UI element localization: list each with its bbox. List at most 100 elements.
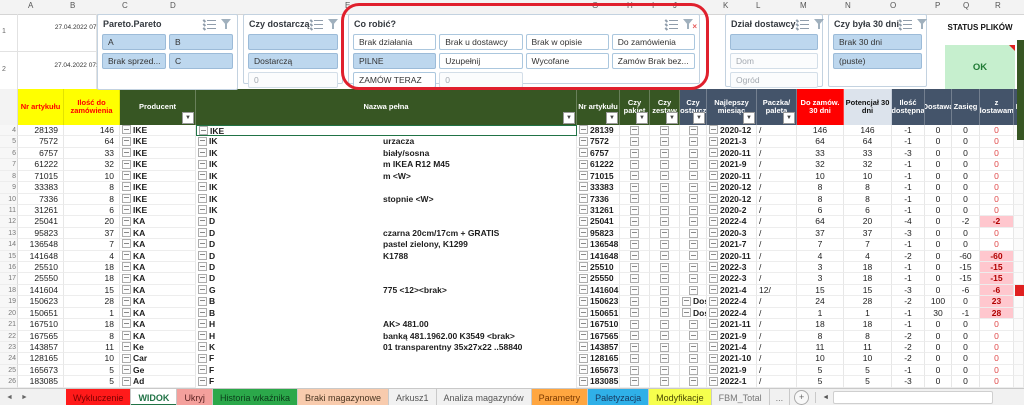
outline-collapse-icon[interactable] — [122, 171, 131, 180]
outline-collapse-icon[interactable] — [122, 297, 131, 306]
filter-dropdown-icon[interactable]: ▼ — [606, 112, 618, 124]
outline-collapse-icon[interactable] — [689, 263, 698, 272]
outline-collapse-icon[interactable] — [709, 285, 718, 294]
outline-collapse-icon[interactable] — [579, 228, 588, 237]
outline-collapse-icon[interactable] — [709, 182, 718, 191]
outline-collapse-icon[interactable] — [198, 228, 207, 237]
outline-collapse-icon[interactable] — [660, 229, 669, 238]
outline-collapse-icon[interactable] — [630, 171, 639, 180]
outline-collapse-icon[interactable] — [630, 217, 639, 226]
outline-collapse-icon[interactable] — [122, 194, 131, 203]
outline-collapse-icon[interactable] — [630, 297, 639, 306]
outline-collapse-icon[interactable] — [122, 148, 131, 157]
outline-collapse-icon[interactable] — [579, 274, 588, 283]
outline-collapse-icon[interactable] — [630, 137, 639, 146]
add-sheet-button[interactable]: + — [794, 390, 809, 405]
clear-filter-icon[interactable] — [220, 19, 233, 30]
outline-collapse-icon[interactable] — [579, 331, 588, 340]
outline-collapse-icon[interactable] — [630, 229, 639, 238]
outline-collapse-icon[interactable] — [709, 239, 718, 248]
clear-filter-icon[interactable] — [327, 19, 340, 30]
outline-collapse-icon[interactable] — [579, 342, 588, 351]
outline-collapse-icon[interactable] — [709, 228, 718, 237]
outline-collapse-icon[interactable] — [579, 308, 588, 317]
filter-dropdown-icon[interactable]: ▼ — [563, 112, 575, 124]
outline-collapse-icon[interactable] — [689, 183, 698, 192]
outline-collapse-icon[interactable] — [682, 297, 691, 306]
outline-collapse-icon[interactable] — [198, 239, 207, 248]
outline-collapse-icon[interactable] — [579, 217, 588, 226]
outline-collapse-icon[interactable] — [709, 365, 718, 374]
sheet-tab-ukryj[interactable]: Ukryj — [177, 389, 213, 405]
sheet-tab-widok[interactable]: WIDOK — [131, 389, 177, 405]
outline-collapse-icon[interactable] — [689, 366, 698, 375]
outline-collapse-icon[interactable] — [709, 125, 718, 134]
outline-collapse-icon[interactable] — [198, 319, 207, 328]
outline-collapse-icon[interactable] — [122, 239, 131, 248]
outline-collapse-icon[interactable] — [122, 308, 131, 317]
outline-collapse-icon[interactable] — [630, 343, 639, 352]
outline-collapse-icon[interactable] — [198, 331, 207, 340]
multiselect-icon[interactable] — [310, 19, 323, 30]
outline-collapse-icon[interactable] — [579, 262, 588, 271]
outline-collapse-icon[interactable] — [122, 137, 131, 146]
outline-collapse-icon[interactable] — [689, 149, 698, 158]
sheet-tab-wykluczenie[interactable]: Wykluczenie — [66, 389, 131, 405]
slicer-button[interactable]: Wycofane — [526, 53, 609, 69]
outline-collapse-icon[interactable] — [689, 126, 698, 135]
outline-collapse-icon[interactable] — [198, 182, 207, 191]
outline-collapse-icon[interactable] — [198, 251, 207, 260]
multiselect-icon[interactable] — [203, 19, 216, 30]
outline-collapse-icon[interactable] — [660, 343, 669, 352]
filter-dropdown-icon[interactable]: ▼ — [666, 112, 678, 124]
outline-collapse-icon[interactable] — [122, 125, 131, 134]
outline-collapse-icon[interactable] — [709, 194, 718, 203]
outline-collapse-icon[interactable] — [122, 228, 131, 237]
outline-collapse-icon[interactable] — [709, 217, 718, 226]
outline-collapse-icon[interactable] — [579, 251, 588, 260]
slicer-button[interactable] — [730, 34, 818, 50]
outline-collapse-icon[interactable] — [660, 149, 669, 158]
outline-collapse-icon[interactable] — [660, 183, 669, 192]
outline-collapse-icon[interactable] — [198, 148, 207, 157]
horizontal-scrollbar[interactable] — [833, 391, 993, 404]
outline-collapse-icon[interactable] — [630, 308, 639, 317]
outline-collapse-icon[interactable] — [122, 251, 131, 260]
outline-collapse-icon[interactable] — [579, 137, 588, 146]
outline-collapse-icon[interactable] — [198, 194, 207, 203]
outline-collapse-icon[interactable] — [122, 182, 131, 191]
outline-collapse-icon[interactable] — [709, 171, 718, 180]
outline-collapse-icon[interactable] — [689, 286, 698, 295]
outline-collapse-icon[interactable] — [689, 251, 698, 260]
sheet-tab-arkusz1[interactable]: Arkusz1 — [389, 389, 437, 405]
outline-collapse-icon[interactable] — [689, 274, 698, 283]
outline-collapse-icon[interactable] — [630, 160, 639, 169]
outline-collapse-icon[interactable] — [709, 262, 718, 271]
outline-collapse-icon[interactable] — [709, 377, 718, 386]
outline-collapse-icon[interactable] — [689, 377, 698, 386]
outline-collapse-icon[interactable] — [660, 206, 669, 215]
outline-collapse-icon[interactable] — [660, 171, 669, 180]
clear-filter-icon[interactable]: × — [682, 19, 695, 30]
outline-collapse-icon[interactable] — [630, 149, 639, 158]
outline-collapse-icon[interactable] — [630, 194, 639, 203]
slicer-button[interactable]: (puste) — [833, 53, 922, 69]
outline-collapse-icon[interactable] — [579, 365, 588, 374]
outline-collapse-icon[interactable] — [630, 240, 639, 249]
outline-collapse-icon[interactable] — [709, 205, 718, 214]
slicer-button[interactable]: Zamów Brak bez... — [612, 53, 695, 69]
outline-collapse-icon[interactable] — [709, 308, 718, 317]
outline-collapse-icon[interactable] — [122, 342, 131, 351]
outline-collapse-icon[interactable] — [122, 205, 131, 214]
outline-collapse-icon[interactable] — [579, 354, 588, 363]
outline-collapse-icon[interactable] — [198, 205, 207, 214]
outline-collapse-icon[interactable] — [660, 308, 669, 317]
outline-collapse-icon[interactable] — [689, 320, 698, 329]
outline-collapse-icon[interactable] — [689, 240, 698, 249]
sheet-tab-fbm-total[interactable]: FBM_Total — [712, 389, 770, 405]
filter-dropdown-icon[interactable]: ▼ — [636, 112, 648, 124]
outline-collapse-icon[interactable] — [579, 160, 588, 169]
outline-collapse-icon[interactable] — [122, 217, 131, 226]
slicer-button[interactable]: B — [169, 34, 233, 50]
outline-collapse-icon[interactable] — [122, 354, 131, 363]
